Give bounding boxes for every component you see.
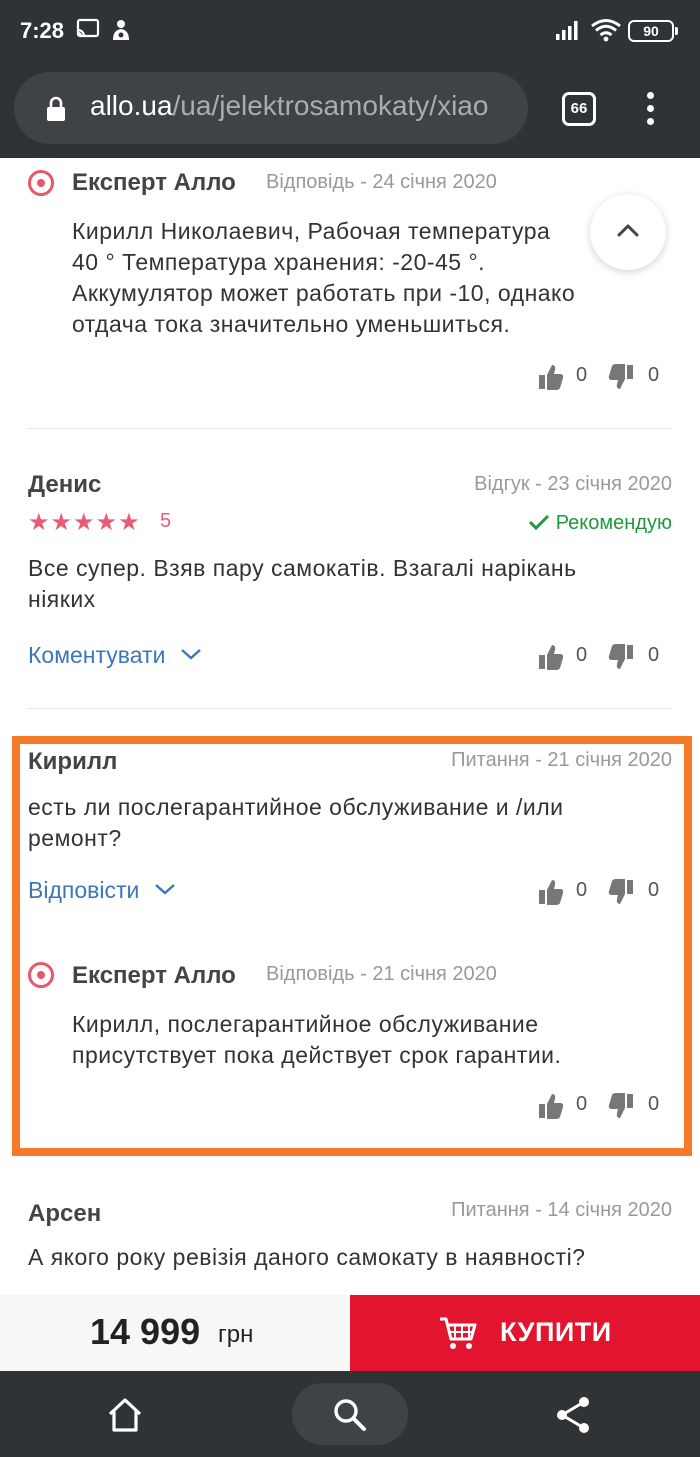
- like-button-icon[interactable]: [538, 877, 564, 907]
- divider: [28, 428, 672, 429]
- browser-menu-button[interactable]: [640, 92, 660, 128]
- rating-stars: ★★★★★: [28, 508, 141, 537]
- price-value: 14 999: [90, 1311, 201, 1352]
- vote-controls: 0 0: [538, 642, 664, 672]
- address-bar[interactable]: allo.ua/ua/jelektrosamokaty/xiao: [14, 72, 528, 144]
- browser-bottom-nav: [0, 1371, 700, 1457]
- buy-button[interactable]: КУПИТИ: [350, 1295, 700, 1371]
- expert-badge-icon: [28, 170, 54, 196]
- vote-controls: 0 0: [538, 362, 664, 392]
- tab-switcher-button[interactable]: 66: [562, 92, 596, 126]
- buy-bar: 14 999 грн КУПИТИ: [0, 1295, 700, 1371]
- browser-toolbar: allo.ua/ua/jelektrosamokaty/xiao 66: [0, 62, 700, 158]
- star-icon: ★: [28, 509, 49, 536]
- vote-controls: 0 0: [538, 1091, 664, 1121]
- recommend-badge: Рекомендую: [528, 512, 672, 535]
- url-host: allo.ua: [90, 90, 173, 121]
- review-text: есть ли послегарантийное обслуживание и …: [28, 794, 564, 851]
- wifi-icon: [591, 19, 621, 42]
- cast-icon: [76, 18, 100, 38]
- notification-app-icon: [113, 20, 129, 40]
- share-icon[interactable]: [554, 1395, 592, 1435]
- like-button-icon[interactable]: [538, 1091, 564, 1121]
- dislike-button-icon[interactable]: [608, 362, 634, 392]
- star-icon: ★: [118, 509, 139, 536]
- review-author: Кирилл: [28, 748, 118, 775]
- like-count: 0: [576, 1093, 588, 1115]
- signal-icon: [556, 21, 578, 40]
- review-meta: Відгук - 23 січня 2020: [474, 473, 672, 495]
- review-author: Денис: [28, 471, 102, 498]
- review-text: Кирилл, послегарантийное обслуживание пр…: [72, 1011, 562, 1068]
- divider: [28, 708, 672, 709]
- star-icon: ★: [95, 509, 117, 536]
- search-button[interactable]: [292, 1383, 408, 1445]
- comment-link[interactable]: Коментувати: [28, 642, 202, 669]
- review-text: Все супер. Взяв пару самокатів. Взагалі …: [28, 555, 577, 612]
- dislike-button-icon[interactable]: [608, 642, 634, 672]
- price-currency: грн: [218, 1321, 254, 1348]
- like-count: 0: [576, 644, 588, 666]
- status-time: 7:28: [20, 18, 65, 43]
- url-text[interactable]: allo.ua/ua/jelektrosamokaty/xiao: [90, 90, 520, 122]
- dislike-button-icon[interactable]: [608, 1091, 634, 1121]
- vote-controls: 0 0: [538, 877, 664, 907]
- review-meta: Питання - 14 січня 2020: [451, 1199, 672, 1221]
- chevron-down-icon: [154, 884, 175, 895]
- lock-icon: [47, 96, 65, 121]
- chevron-up-icon: [617, 224, 639, 237]
- review-author: Експерт Алло: [72, 962, 236, 989]
- like-count: 0: [576, 879, 588, 901]
- dislike-count: 0: [648, 364, 660, 386]
- cart-icon: [440, 1317, 477, 1349]
- like-button-icon[interactable]: [538, 642, 564, 672]
- reply-link[interactable]: Відповісти: [28, 877, 176, 904]
- reviews-list: Експерт Алло Відповідь - 24 січня 2020 К…: [0, 158, 700, 1295]
- dislike-button-icon[interactable]: [608, 877, 634, 907]
- like-button-icon[interactable]: [538, 362, 564, 392]
- review-meta: Відповідь - 21 січня 2020: [266, 963, 497, 985]
- star-icon: ★: [50, 509, 72, 536]
- review-author: Арсен: [28, 1200, 102, 1227]
- star-icon: ★: [73, 509, 94, 536]
- dislike-count: 0: [648, 1093, 660, 1115]
- review-author: Експерт Алло: [72, 169, 236, 196]
- review-text: А якого року ревізія даного самокату в н…: [28, 1244, 586, 1270]
- url-path: /ua/jelektrosamokaty/xiao: [172, 90, 489, 121]
- buy-button-label: КУПИТИ: [500, 1317, 612, 1347]
- chevron-down-icon: [181, 649, 201, 660]
- rating-value: 5: [160, 510, 172, 532]
- scroll-to-top-button[interactable]: [590, 194, 666, 270]
- expert-badge-icon: [28, 962, 54, 988]
- review-meta: Відповідь - 24 січня 2020: [266, 171, 497, 193]
- price-box: 14 999 грн: [0, 1295, 350, 1371]
- review-text: Кирилл Николаевич, Рабочая температура 4…: [72, 218, 576, 337]
- like-count: 0: [576, 364, 588, 386]
- battery-indicator: 90: [628, 20, 678, 42]
- dislike-count: 0: [648, 644, 660, 666]
- home-icon[interactable]: [106, 1397, 144, 1433]
- dislike-count: 0: [648, 879, 660, 901]
- search-icon: [334, 1399, 366, 1431]
- review-meta: Питання - 21 січня 2020: [451, 749, 672, 771]
- status-bar: 7:28 90: [0, 0, 700, 62]
- checkmark-icon: [528, 514, 549, 531]
